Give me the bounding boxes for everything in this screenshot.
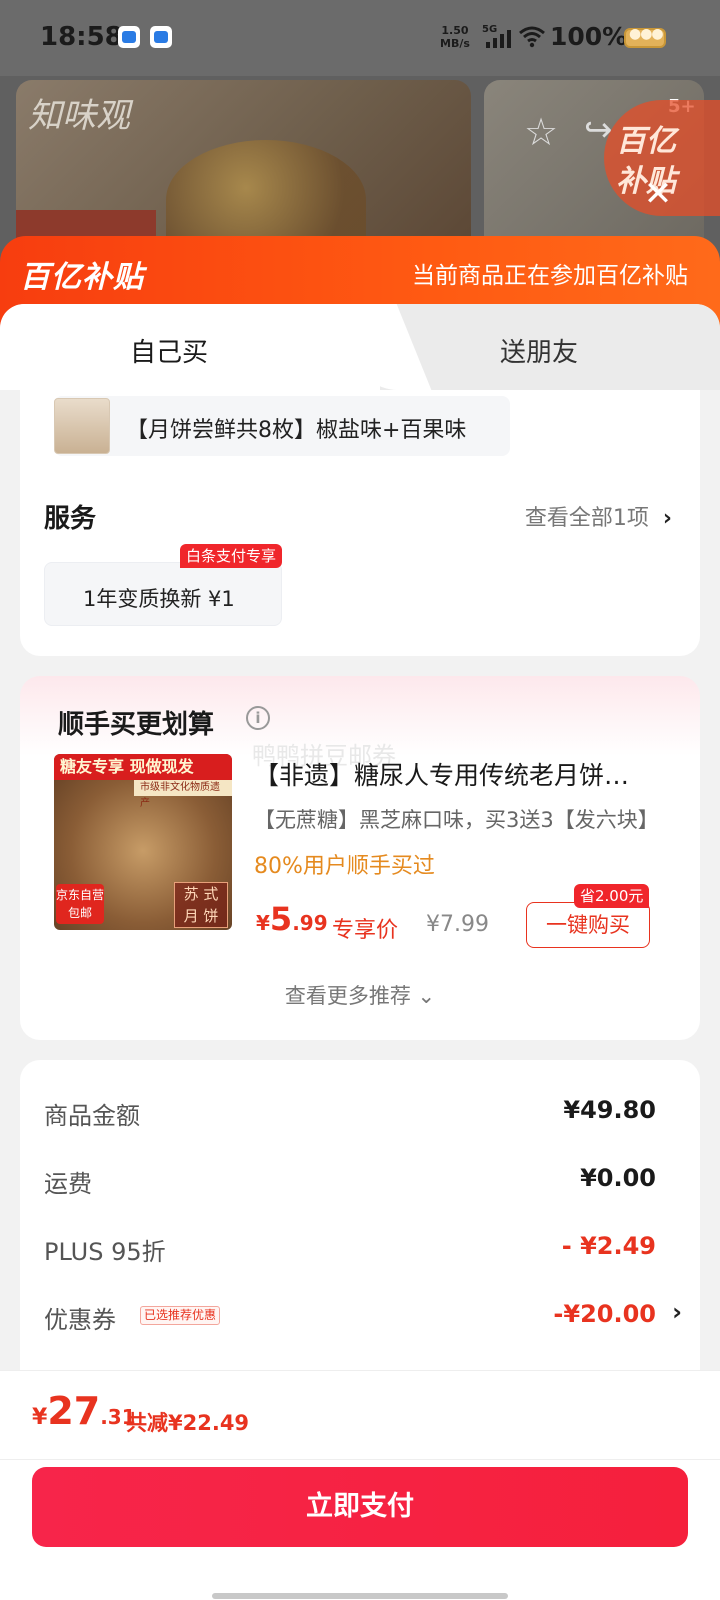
close-icon[interactable]: ✕ — [640, 176, 676, 212]
image-stamp: 苏 式 月 饼 — [174, 882, 228, 928]
image-sub-band: 市级非文化物质遗产 — [134, 780, 232, 809]
battery-icon — [624, 26, 666, 48]
notification-app-icon — [118, 26, 140, 48]
subsidy-line-1: 百亿 — [616, 124, 676, 159]
more-recommendations-link[interactable]: 查看更多推荐 ⌄ — [20, 980, 700, 1010]
add-on-recommend-card: 顺手买更划算 i 鸭鸭拼豆邮券 糖友专享 现做现发 市级非文化物质遗产 京东自营… — [20, 676, 700, 1040]
summary-label: 商品金额 — [44, 1102, 140, 1130]
summary-value: -¥20.00 — [553, 1300, 656, 1328]
tab-gift-friend-label: 送朋友 — [500, 338, 579, 368]
price-currency: ¥ — [256, 911, 270, 935]
summary-value: - ¥2.49 — [561, 1232, 656, 1260]
exclusive-price-label: 专享价 — [332, 918, 399, 943]
divider — [0, 1459, 720, 1460]
image-top-band: 糖友专享 现做现发 — [54, 754, 232, 780]
chevron-right-icon: › — [672, 1298, 682, 1326]
home-indicator[interactable] — [212, 1593, 508, 1599]
view-all-services-link[interactable]: 查看全部1项 › — [525, 500, 672, 532]
original-price: ¥7.99 — [426, 912, 489, 937]
service-title: 服务 — [44, 504, 97, 534]
summary-row-coupon[interactable]: 优惠券 已选推荐优惠 -¥20.00 › — [44, 1296, 682, 1336]
recommend-product-name[interactable]: 【非遗】糖尿人专用传统老月饼… — [254, 756, 664, 792]
service-option-chip[interactable]: 1年变质换新 ¥1 — [44, 562, 282, 626]
brand-logo-text: 知味观 — [28, 96, 130, 136]
summary-label: 优惠券 — [44, 1306, 116, 1334]
service-exclusive-tag: 白条支付专享 — [180, 544, 283, 568]
image-free-shipping-badge: 京东自营 包邮 — [56, 884, 104, 924]
net-speed-value: 1.50 — [441, 24, 469, 37]
image-stamp-line-2: 月 饼 — [183, 907, 219, 925]
total-saved: 共减¥22.49 — [126, 1411, 250, 1435]
net-speed: 1.50 MB/s — [440, 24, 470, 50]
service-option-label: 1年变质换新 ¥1 — [83, 587, 235, 611]
price-summary-card: 商品金额 ¥49.80 运费 ¥0.00 PLUS 95折 - ¥2.49 优惠… — [20, 1060, 700, 1420]
one-click-buy-button[interactable]: 一键购买 — [526, 902, 650, 948]
recommend-price: ¥5.99 — [256, 900, 328, 938]
recommend-product-image[interactable]: 糖友专享 现做现发 市级非文化物质遗产 京东自营 包邮 苏 式 月 饼 — [54, 754, 232, 930]
view-all-services-label: 查看全部1项 — [524, 506, 649, 531]
summary-row-goods: 商品金额 ¥49.80 — [44, 1092, 656, 1132]
battery-percent: 100% — [550, 22, 628, 51]
pay-now-button[interactable]: 立即支付 — [32, 1467, 688, 1547]
summary-value: ¥0.00 — [580, 1164, 656, 1192]
info-icon[interactable]: i — [246, 706, 270, 730]
recommend-product-desc: 【无蔗糖】黑芝麻口味，买3送3【发六块】 — [254, 808, 659, 832]
recommend-bought-rate: 80%用户顺手买过 — [254, 854, 435, 879]
summary-value: ¥49.80 — [563, 1096, 656, 1124]
subsidy-notice: 当前商品正在参加百亿补贴 — [412, 263, 688, 289]
summary-row-shipping: 运费 ¥0.00 — [44, 1160, 656, 1200]
total-integer: 27 — [47, 1389, 101, 1433]
selected-variant[interactable]: 【月饼尝鲜共8枚】椒盐味+百果味 — [54, 396, 510, 456]
image-free-line-2: 包邮 — [67, 906, 92, 920]
variant-label: 【月饼尝鲜共8枚】椒盐味+百果味 — [126, 418, 467, 443]
tab-buy-self[interactable]: 自己买 — [0, 304, 380, 390]
image-free-line-1: 京东自营 — [56, 888, 105, 902]
chevron-right-icon: › — [662, 506, 672, 531]
variant-thumbnail — [54, 398, 110, 454]
total-currency: ¥ — [32, 1405, 48, 1430]
purchase-tabs: 送朋友 自己买 — [0, 304, 720, 390]
order-options-card: 【月饼尝鲜共8枚】椒盐味+百果味 服务 查看全部1项 › 1年变质换新 ¥1 白条… — [20, 390, 700, 656]
notification-app-icon — [150, 26, 172, 48]
image-stamp-line-1: 苏 式 — [183, 885, 219, 903]
favorite-star-icon[interactable]: ☆ — [524, 110, 558, 154]
summary-label: 运费 — [44, 1170, 92, 1198]
checkout-bar: ¥27.31 共减¥22.49 立即支付 — [0, 1370, 720, 1600]
coupon-selected-tag: 已选推荐优惠 — [140, 1306, 221, 1325]
status-time: 18:58 — [40, 22, 123, 52]
recommend-title: 顺手买更划算 — [58, 710, 215, 740]
summary-label: PLUS 95折 — [44, 1238, 166, 1266]
subsidy-brand: 百亿补贴 — [20, 260, 144, 295]
save-amount-tag: 省2.00元 — [574, 884, 650, 908]
tab-gift-friend[interactable]: 送朋友 — [380, 304, 720, 390]
signal-bars-icon — [486, 28, 511, 48]
wifi-icon — [519, 26, 545, 48]
status-bar: 18:58 1.50 MB/s 5G 100% — [0, 0, 720, 76]
tab-buy-self-label: 自己买 — [130, 338, 209, 368]
net-speed-unit: MB/s — [440, 37, 470, 50]
total-price: ¥27.31 — [32, 1389, 136, 1433]
price-integer: 5 — [269, 900, 293, 938]
price-decimal: .99 — [292, 911, 328, 935]
summary-row-plus-discount: PLUS 95折 - ¥2.49 — [44, 1228, 656, 1268]
